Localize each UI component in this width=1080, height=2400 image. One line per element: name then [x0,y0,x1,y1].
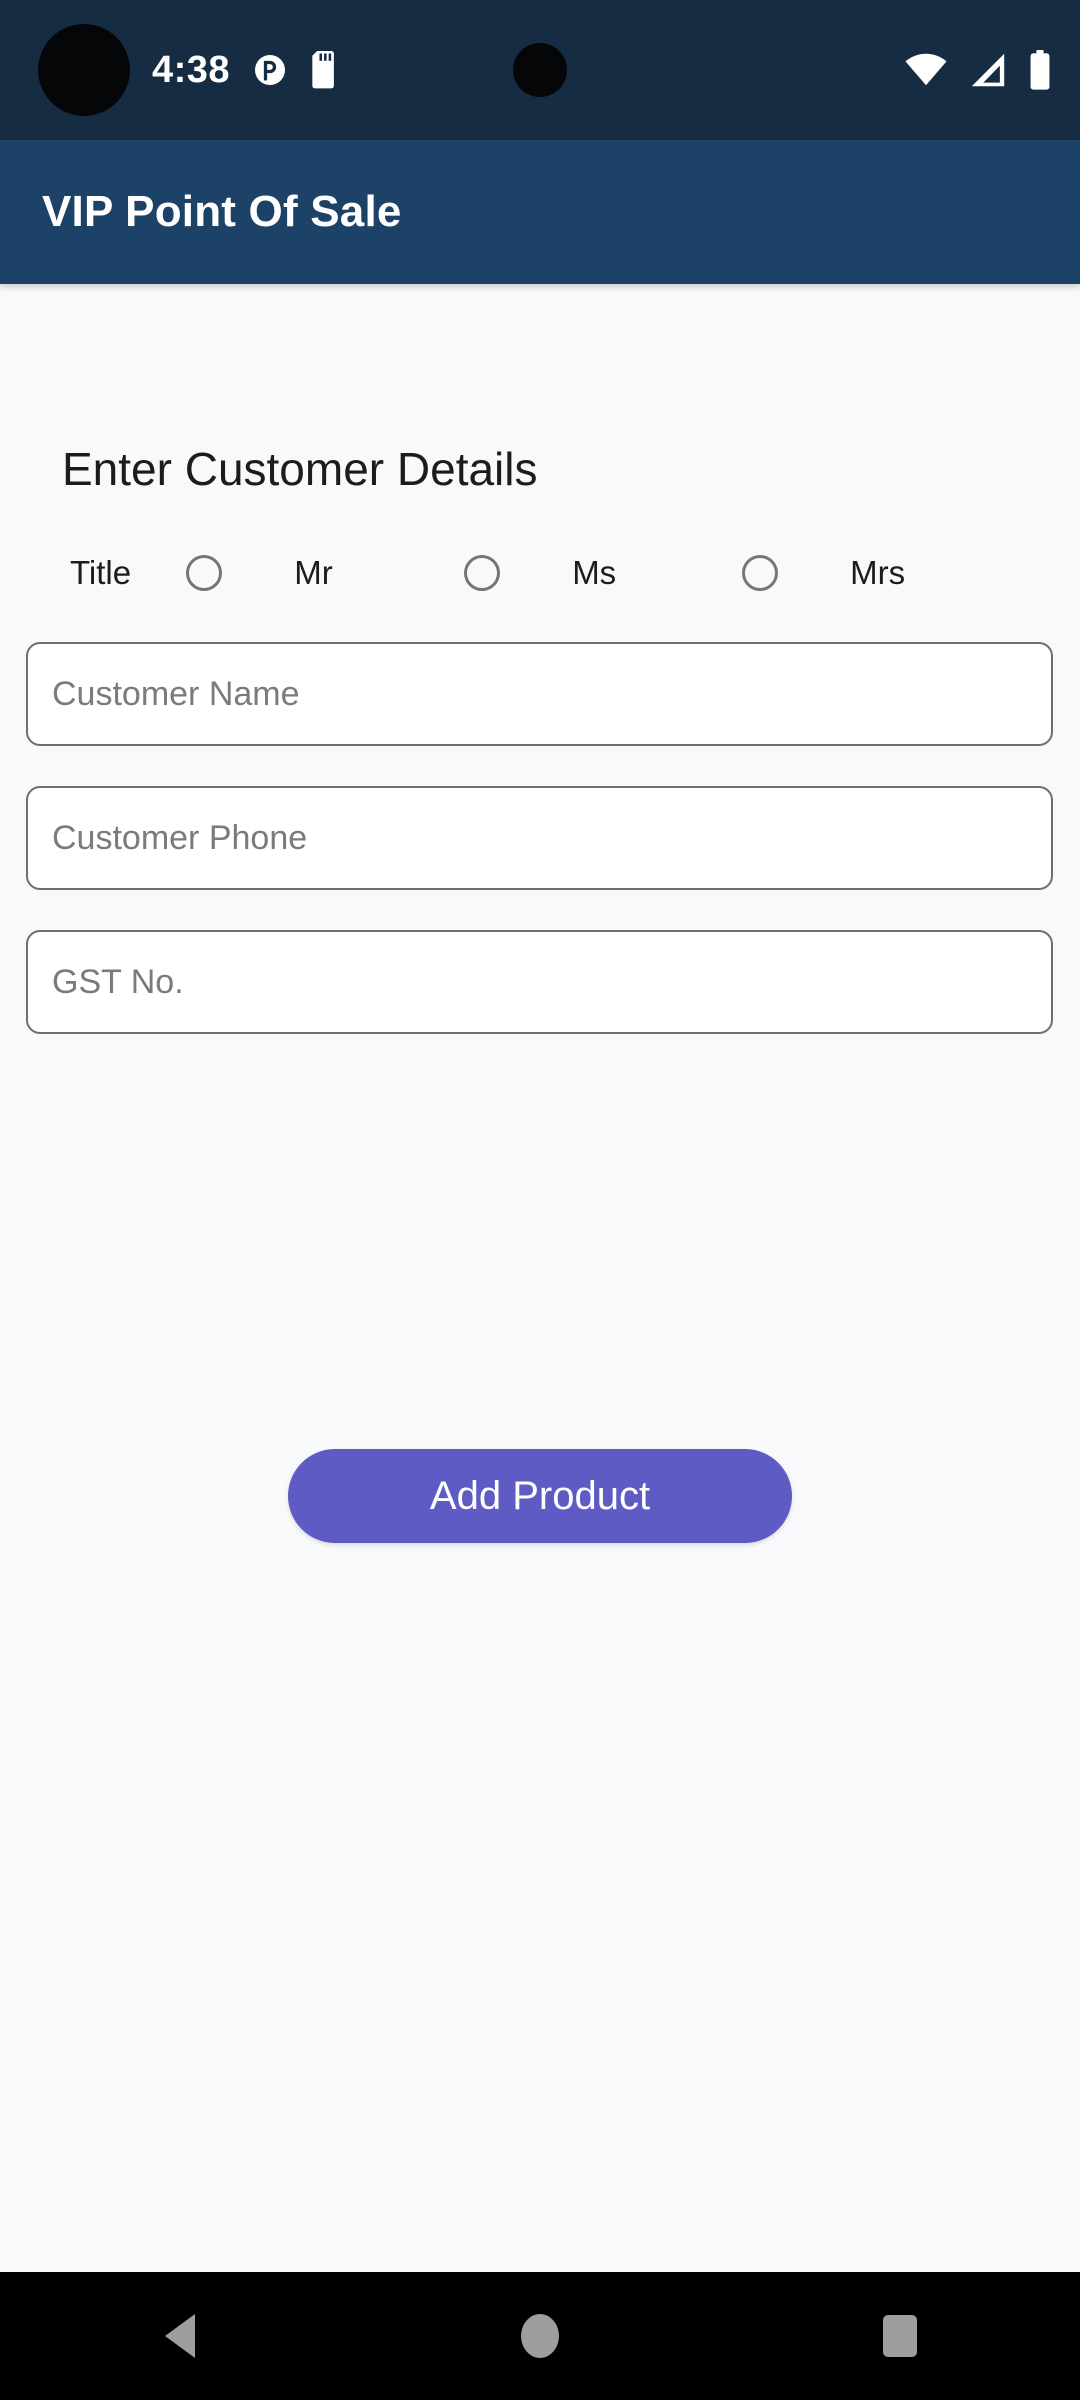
camera-punch-hole-center [513,43,567,97]
camera-punch-hole-left [38,24,130,116]
radio-mrs-indicator[interactable] [742,555,779,591]
app-bar-title: VIP Point Of Sale [42,187,402,236]
radio-mr-indicator[interactable] [186,555,223,591]
battery-icon [1030,50,1050,90]
dnd-icon [255,55,286,85]
customer-phone-field[interactable] [26,786,1053,890]
radio-ms-label: Ms [572,554,617,591]
radio-option-mrs[interactable]: Mrs [742,554,1020,592]
back-button[interactable] [105,2272,255,2400]
android-navigation-bar [0,2272,1080,2400]
customer-name-input[interactable] [28,644,1051,744]
cellular-signal-icon [971,53,1005,87]
gst-no-field[interactable] [26,930,1053,1034]
sd-card-icon [312,51,334,89]
recents-square-icon [883,2315,917,2357]
gst-no-input[interactable] [28,932,1051,1032]
status-bar: 4:38 [0,0,1080,140]
add-product-button[interactable]: Add Product [288,1449,792,1543]
radio-mrs-label: Mrs [850,554,906,591]
radio-mr-label: Mr [294,554,333,591]
form-content-area: Enter Customer Details Title Mr Ms Mrs C… [0,284,1080,2272]
status-clock: 4:38 [152,48,231,91]
home-circle-icon [521,2314,559,2358]
back-triangle-icon [165,2314,195,2358]
section-heading: Enter Customer Details [62,443,538,495]
customer-phone-input[interactable] [28,788,1051,888]
radio-ms-indicator[interactable] [464,555,501,591]
radio-option-mr[interactable]: Mr [186,554,464,592]
radio-option-ms[interactable]: Ms [464,554,742,592]
phone-screen: 4:38 VIP Point Of Sale Enter Customer De… [0,0,1080,2400]
status-bar-left-cluster: 4:38 [152,0,340,140]
home-button[interactable] [465,2272,615,2400]
recents-button[interactable] [825,2272,975,2400]
title-label: Title [70,554,132,591]
status-bar-right-cluster [904,0,1052,140]
title-radio-row: Title Mr Ms Mrs [70,542,1020,604]
app-bar: VIP Point Of Sale [0,140,1080,284]
wifi-icon [905,53,947,86]
customer-name-field[interactable] [26,642,1053,746]
